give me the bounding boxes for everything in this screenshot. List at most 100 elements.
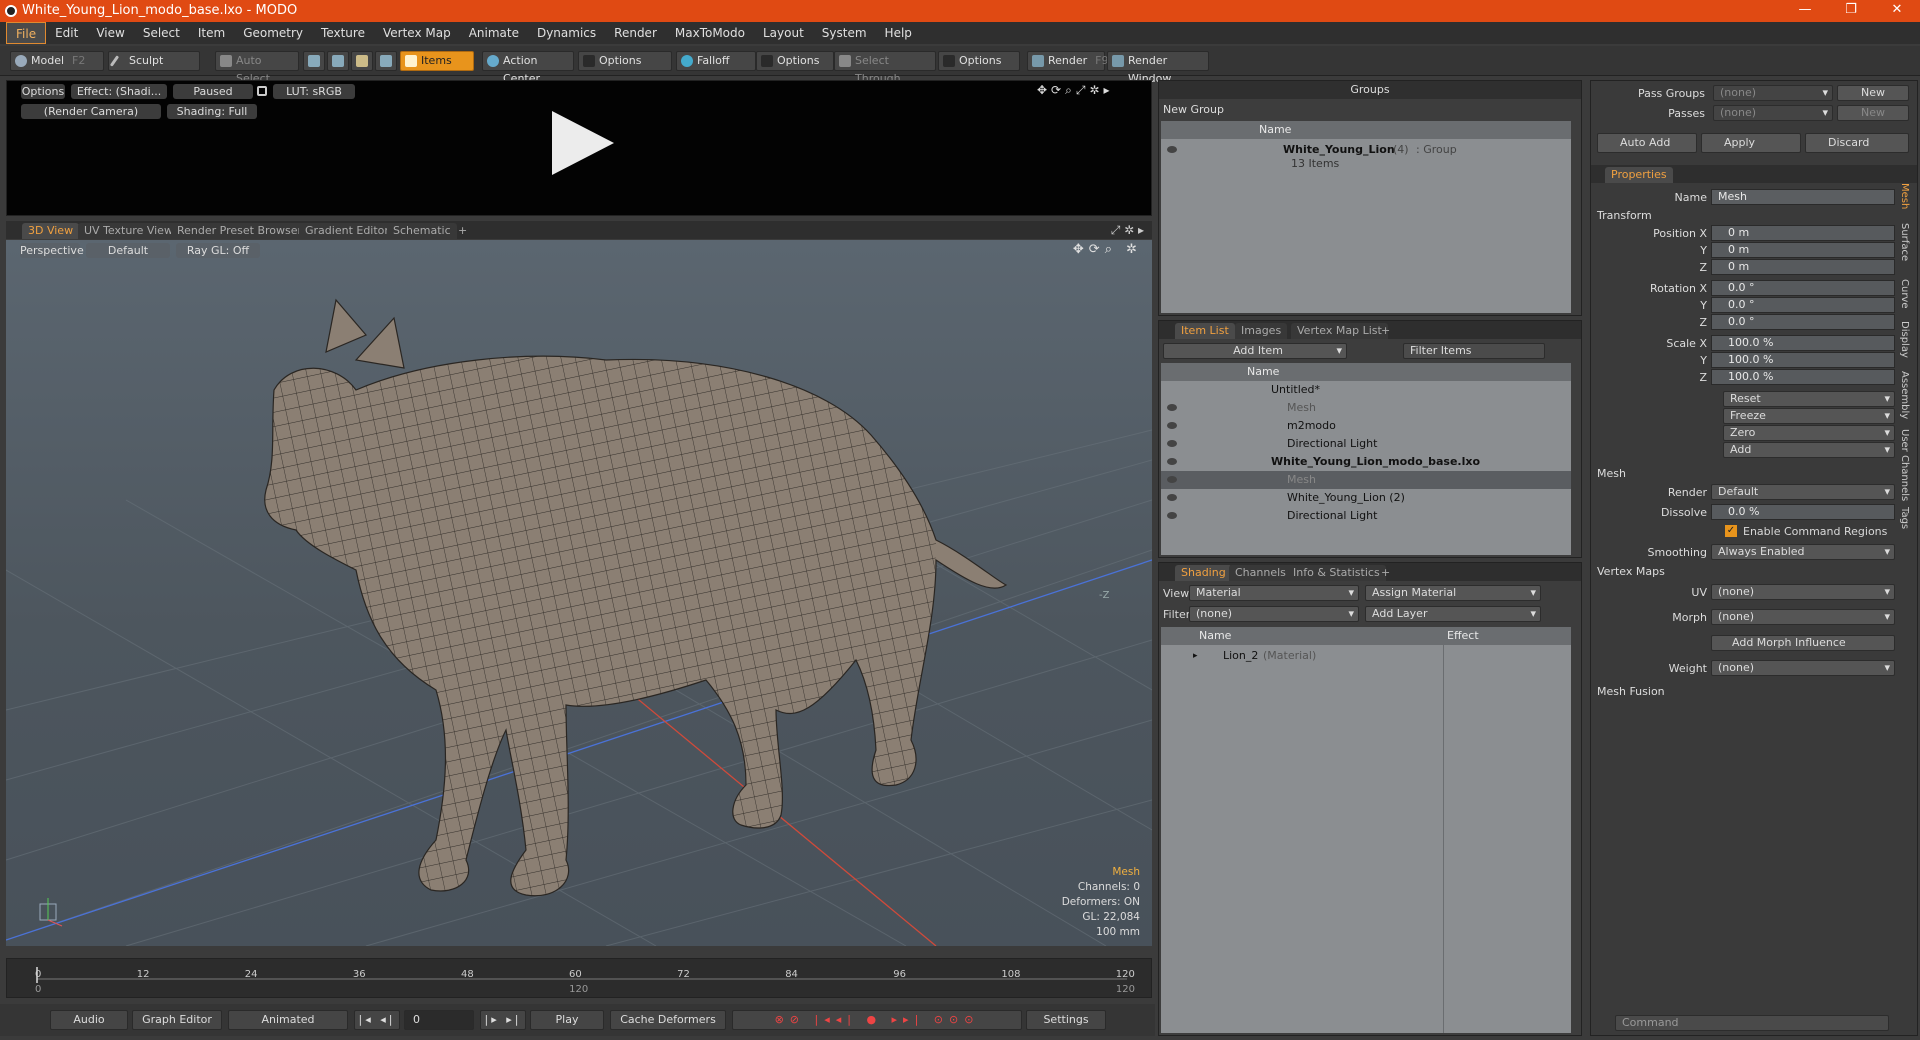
list-item[interactable]: White_Young_Lion_modo_base.lxo: [1161, 453, 1571, 471]
apply-button[interactable]: Apply: [1701, 133, 1801, 153]
menu-system[interactable]: System: [813, 22, 876, 44]
timeline[interactable]: 0 12 24 36 48 60 72 84 96 108 120 0 120 120: [6, 958, 1152, 998]
lock-icon[interactable]: [257, 86, 267, 96]
position-z-input[interactable]: 0 m: [1711, 259, 1895, 275]
polygons-mode-button[interactable]: [351, 51, 373, 71]
list-item[interactable]: Directional Light: [1161, 507, 1571, 525]
side-tab-mesh[interactable]: Mesh: [1899, 183, 1910, 209]
tab-schematic[interactable]: Schematic: [387, 223, 457, 239]
animated-dropdown[interactable]: Animated: [228, 1010, 348, 1030]
sculpt-button[interactable]: Sculpt: [108, 51, 200, 71]
vertex-maps-section[interactable]: Vertex Maps: [1597, 565, 1665, 578]
new-pass-group-button[interactable]: New: [1837, 85, 1909, 101]
play-button[interactable]: Play: [530, 1010, 604, 1030]
tab-item-list[interactable]: Item List: [1175, 323, 1235, 339]
position-x-input[interactable]: 0 m: [1711, 225, 1895, 241]
render-window-button[interactable]: Render Window: [1107, 51, 1209, 85]
list-item[interactable]: White_Young_Lion (2): [1161, 489, 1571, 507]
menu-animate[interactable]: Animate: [460, 22, 528, 44]
prev-key-buttons[interactable]: |◂ ◂|: [354, 1010, 400, 1030]
play-icon[interactable]: [552, 111, 614, 175]
menu-file[interactable]: File: [6, 22, 47, 44]
list-item[interactable]: Mesh: [1161, 399, 1571, 417]
frame-input[interactable]: 0: [404, 1010, 474, 1030]
weight-dropdown[interactable]: (none): [1711, 660, 1895, 676]
filter-items-input[interactable]: Filter Items: [1403, 343, 1545, 359]
shading-dropdown[interactable]: Shading: Full: [167, 104, 257, 119]
list-item[interactable]: Untitled*: [1161, 381, 1571, 399]
preview-view-controls[interactable]: ✥⟳⌕⤢✲▸: [1037, 83, 1114, 98]
falloff-options-button[interactable]: Options: [756, 51, 834, 71]
eye-icon[interactable]: [1167, 440, 1177, 447]
rotation-x-input[interactable]: 0.0 °: [1711, 280, 1895, 296]
eye-icon[interactable]: [1167, 404, 1177, 411]
eye-icon[interactable]: [1167, 422, 1177, 429]
materials-mode-button[interactable]: [375, 51, 397, 71]
menu-layout[interactable]: Layout: [754, 22, 813, 44]
add-layer-dropdown[interactable]: Add Layer: [1365, 606, 1541, 622]
effect-dropdown[interactable]: Effect: (Shadi...: [71, 84, 167, 99]
eye-icon[interactable]: [1167, 494, 1177, 501]
next-key-buttons[interactable]: |▸ ▸|: [480, 1010, 526, 1030]
tab-3d-view[interactable]: 3D View: [22, 223, 80, 239]
side-tab-surface[interactable]: Surface: [1899, 223, 1910, 261]
side-tab-display[interactable]: Display: [1899, 321, 1910, 358]
falloff-button[interactable]: Falloff: [676, 51, 756, 71]
maximize-button[interactable]: ❐: [1828, 0, 1874, 22]
vertices-mode-button[interactable]: [303, 51, 325, 71]
assign-material-dropdown[interactable]: Assign Material: [1365, 585, 1541, 601]
shader-row[interactable]: ▸ Lion_2 (Material): [1161, 647, 1571, 665]
paused-button[interactable]: Paused: [173, 84, 253, 99]
side-tab-user-channels[interactable]: User Channels: [1899, 429, 1910, 501]
graph-editor-button[interactable]: Graph Editor: [132, 1010, 222, 1030]
side-tab-curve[interactable]: Curve: [1899, 279, 1910, 309]
tab-uv-texture-view[interactable]: UV Texture View: [78, 223, 179, 239]
eye-icon[interactable]: [1167, 458, 1177, 465]
tab-vertex-map-list[interactable]: Vertex Map List: [1291, 323, 1388, 339]
tab-gradient-editor[interactable]: Gradient Editor: [299, 223, 395, 239]
add-tab-button[interactable]: +: [1375, 323, 1396, 339]
add-morph-influence-button[interactable]: Add Morph Influence: [1711, 635, 1895, 651]
render-button[interactable]: Render F9: [1027, 51, 1109, 71]
auto-select-button[interactable]: Auto Select: [215, 51, 299, 85]
menu-help[interactable]: Help: [876, 22, 921, 44]
menu-render[interactable]: Render: [605, 22, 666, 44]
menu-select[interactable]: Select: [134, 22, 189, 44]
eye-icon[interactable]: [1167, 512, 1177, 519]
menu-item[interactable]: Item: [189, 22, 234, 44]
add-tab-button[interactable]: +: [1375, 565, 1396, 581]
filter-dropdown[interactable]: (none): [1189, 606, 1359, 622]
mesh-fusion-section[interactable]: Mesh Fusion: [1597, 685, 1665, 698]
mesh-section[interactable]: Mesh: [1597, 467, 1626, 480]
settings-button[interactable]: Settings: [1026, 1010, 1106, 1030]
scale-y-input[interactable]: 100.0 %: [1711, 352, 1895, 368]
zero-dropdown[interactable]: Zero: [1723, 425, 1895, 441]
scale-z-input[interactable]: 100.0 %: [1711, 369, 1895, 385]
record-controls[interactable]: ⊗⊘ |◂◂| ● ▸▸| ⊙⊙⊙: [732, 1010, 1022, 1030]
menu-vertex-map[interactable]: Vertex Map: [374, 22, 460, 44]
render-camera-dropdown[interactable]: (Render Camera): [21, 104, 161, 119]
lut-dropdown[interactable]: LUT: sRGB: [273, 84, 355, 99]
edges-mode-button[interactable]: [327, 51, 349, 71]
audio-button[interactable]: Audio: [50, 1010, 128, 1030]
list-item[interactable]: Directional Light: [1161, 435, 1571, 453]
tab-images[interactable]: Images: [1235, 323, 1288, 339]
model-button[interactable]: Model F2: [10, 51, 104, 71]
command-input[interactable]: Command: [1615, 1015, 1889, 1031]
eye-icon[interactable]: [1167, 476, 1177, 483]
lion-mesh[interactable]: [264, 298, 1008, 897]
select-options-button[interactable]: Options: [938, 51, 1020, 71]
viewport-nav-controls[interactable]: ✥⟳⌕ ✲: [1073, 242, 1142, 257]
checkbox-checked-icon[interactable]: ✓: [1725, 525, 1737, 537]
reset-dropdown[interactable]: Reset: [1723, 391, 1895, 407]
action-center-options-button[interactable]: Options: [578, 51, 672, 71]
close-button[interactable]: ✕: [1874, 0, 1920, 22]
position-y-input[interactable]: 0 m: [1711, 242, 1895, 258]
action-center-button[interactable]: Action Center: [482, 51, 574, 85]
rotation-z-input[interactable]: 0.0 °: [1711, 314, 1895, 330]
shader-tree[interactable]: Name Effect ▸ Lion_2 (Material): [1161, 627, 1571, 1033]
list-item[interactable]: m2modo: [1161, 417, 1571, 435]
discard-button[interactable]: Discard: [1805, 133, 1909, 153]
new-pass-button[interactable]: New: [1837, 105, 1909, 121]
perspective-dropdown[interactable]: Perspective: [20, 243, 84, 258]
